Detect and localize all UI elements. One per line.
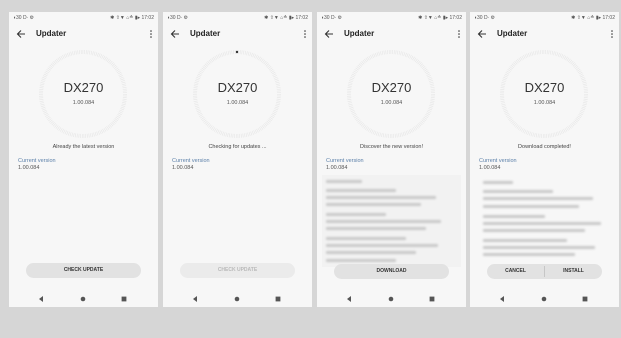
nav-back-icon[interactable] [498, 295, 506, 303]
check-update-button[interactable]: CHECK UPDATE [180, 263, 295, 278]
status-bar: ◖30 D· ⚙ ✱ ⇧▼ ⌂≙ ▮▸ 17:02 [9, 12, 158, 24]
device-version: 1.00.084 [72, 100, 95, 106]
app-title: Updater [36, 29, 67, 38]
app-title: Updater [344, 29, 375, 38]
status-bar-right: ✱ ⇧▼ ⌂≙ ▮▸ 17:02 [110, 15, 154, 21]
install-actions: CANCEL INSTALL [487, 264, 602, 279]
status-bar: ◖30 D· ⚙ ✱ ⇧▼ ⌂≙ ▮▸ 17:02 [163, 12, 312, 24]
app-bar: Updater [317, 24, 466, 46]
app-bar: Updater [470, 24, 619, 46]
status-bar-left: ◖30 D· ⚙ [474, 15, 496, 21]
arrow-left-icon[interactable] [15, 28, 27, 40]
nav-back-icon[interactable] [345, 295, 353, 303]
nav-bar [163, 292, 312, 307]
device-version: 1.00.084 [226, 100, 249, 106]
status-bar-right: ✱ ⇧▼ ⌂≙ ▮▸ 17:02 [418, 15, 462, 21]
status-bar-right: ✱ ⇧▼ ⌂≙ ▮▸ 17:02 [264, 15, 308, 21]
nav-bar [9, 292, 158, 307]
cancel-button[interactable]: CANCEL [487, 264, 544, 279]
status-bar-left: ◖30 D· ⚙ [321, 15, 343, 21]
phone-screen-latest: ◖30 D· ⚙ ✱ ⇧▼ ⌂≙ ▮▸ 17:02 Updater DX270 … [9, 12, 158, 307]
screenshot-strip: ◖30 D· ⚙ ✱ ⇧▼ ⌂≙ ▮▸ 17:02 Updater DX270 … [0, 0, 621, 338]
nav-recent-icon[interactable] [120, 295, 128, 303]
download-button[interactable]: DOWNLOAD [334, 264, 449, 279]
device-version: 1.00.084 [380, 100, 403, 106]
more-vert-icon[interactable] [302, 28, 308, 40]
nav-back-icon[interactable] [37, 295, 45, 303]
device-version: 1.00.084 [533, 100, 556, 106]
device-name: DX270 [63, 80, 104, 95]
nav-recent-icon[interactable] [274, 295, 282, 303]
release-notes-blurred [479, 175, 611, 267]
status-bar-left: ◖30 D· ⚙ [167, 15, 189, 21]
phone-screen-download-complete: ◖30 D· ⚙ ✱ ⇧▼ ⌂≙ ▮▸ 17:02 Updater DX270 … [470, 12, 619, 307]
current-version-value: 1.00.084 [18, 165, 40, 171]
more-vert-icon[interactable] [609, 28, 615, 40]
current-version-label: Current version [18, 158, 56, 164]
nav-recent-icon[interactable] [581, 295, 589, 303]
nav-recent-icon[interactable] [428, 295, 436, 303]
arrow-left-icon[interactable] [169, 28, 181, 40]
current-version-label: Current version [479, 158, 517, 164]
status-bar-right: ✱ ⇧▼ ⌂≙ ▮▸ 17:02 [571, 15, 615, 21]
check-update-button[interactable]: CHECK UPDATE [26, 263, 141, 278]
current-version-label: Current version [326, 158, 364, 164]
arrow-left-icon[interactable] [323, 28, 335, 40]
more-vert-icon[interactable] [456, 28, 462, 40]
device-name: DX270 [524, 80, 565, 95]
status-message: Checking for updates ... [208, 144, 267, 150]
app-bar: Updater [9, 24, 158, 46]
nav-home-icon[interactable] [79, 295, 87, 303]
status-message: Discover the new version! [360, 144, 423, 150]
nav-home-icon[interactable] [540, 295, 548, 303]
install-button[interactable]: INSTALL [545, 264, 602, 279]
nav-back-icon[interactable] [191, 295, 199, 303]
arrow-left-icon[interactable] [476, 28, 488, 40]
status-bar: ◖30 D· ⚙ ✱ ⇧▼ ⌂≙ ▮▸ 17:02 [470, 12, 619, 24]
nav-home-icon[interactable] [387, 295, 395, 303]
status-bar: ◖30 D· ⚙ ✱ ⇧▼ ⌂≙ ▮▸ 17:02 [317, 12, 466, 24]
nav-bar [317, 292, 466, 307]
phone-screen-new-version: ◖30 D· ⚙ ✱ ⇧▼ ⌂≙ ▮▸ 17:02 Updater DX270 … [317, 12, 466, 307]
more-vert-icon[interactable] [148, 28, 154, 40]
current-version-value: 1.00.084 [326, 165, 348, 171]
phone-screen-checking: ◖30 D· ⚙ ✱ ⇧▼ ⌂≙ ▮▸ 17:02 Updater DX270 … [163, 12, 312, 307]
app-bar: Updater [163, 24, 312, 46]
release-notes-blurred [322, 175, 461, 267]
status-bar-left: ◖30 D· ⚙ [13, 15, 35, 21]
current-version-label: Current version [172, 158, 210, 164]
nav-home-icon[interactable] [233, 295, 241, 303]
nav-bar [470, 292, 619, 307]
current-version-value: 1.00.084 [172, 165, 194, 171]
status-message: Already the latest version [52, 144, 115, 150]
app-title: Updater [497, 29, 528, 38]
status-message: Download completed! [518, 144, 571, 150]
current-version-value: 1.00.084 [479, 165, 501, 171]
device-name: DX270 [371, 80, 412, 95]
app-title: Updater [190, 29, 221, 38]
device-name: DX270 [217, 80, 258, 95]
